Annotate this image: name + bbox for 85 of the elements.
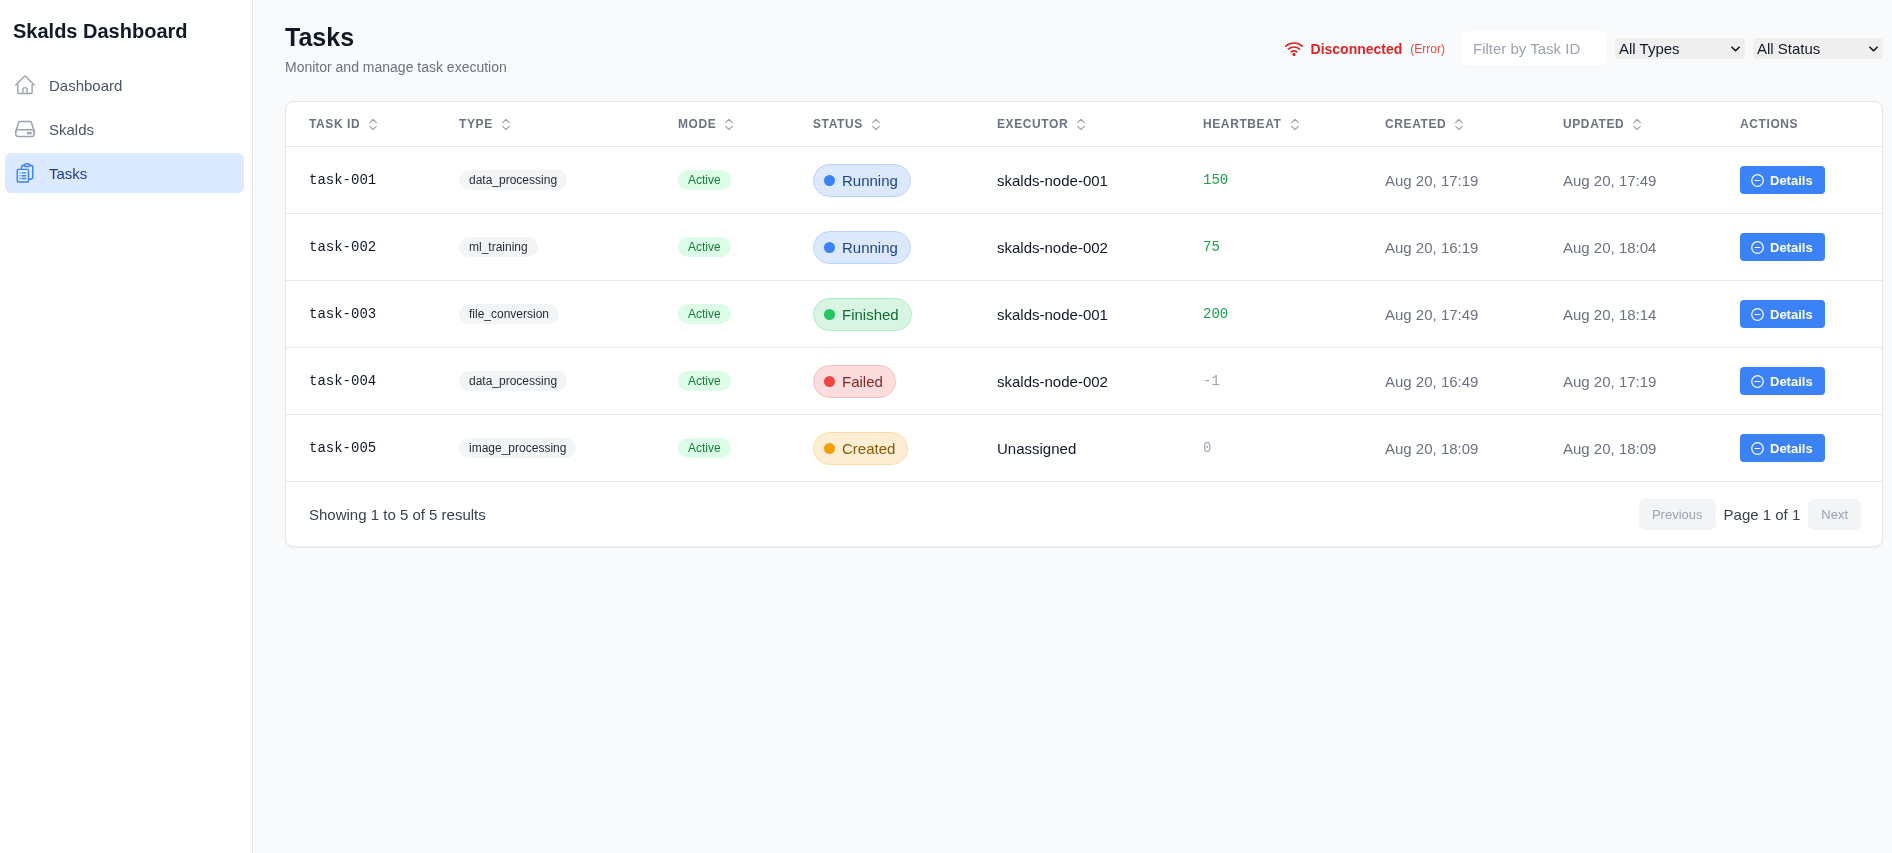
minus-circle-icon bbox=[1751, 374, 1764, 388]
minus-circle-icon bbox=[1751, 441, 1764, 455]
task-type-tag: data_processing bbox=[459, 170, 568, 190]
task-id: task-002 bbox=[309, 239, 377, 255]
results-summary: Showing 1 to 5 of 5 results bbox=[309, 505, 486, 523]
executor-name: skalds-node-002 bbox=[997, 238, 1108, 256]
minus-circle-icon bbox=[1751, 307, 1764, 321]
task-id: task-001 bbox=[309, 172, 377, 188]
executor-name: skalds-node-001 bbox=[997, 171, 1108, 189]
task-id: task-004 bbox=[309, 373, 377, 389]
mode-tag: Active bbox=[678, 304, 731, 324]
column-header[interactable]: HEARTBEAT bbox=[1203, 116, 1300, 132]
type-filter-select[interactable]: All Types bbox=[1615, 38, 1745, 59]
page-title: Tasks bbox=[285, 22, 355, 52]
task-id: task-005 bbox=[309, 440, 377, 456]
column-header[interactable]: STATUS bbox=[813, 116, 881, 132]
created-time: Aug 20, 18:09 bbox=[1385, 439, 1479, 457]
details-button[interactable]: Details bbox=[1740, 233, 1825, 261]
chevron-down-icon bbox=[1731, 45, 1740, 52]
heartbeat-value: 200 bbox=[1203, 306, 1229, 322]
page-indicator: Page 1 of 1 bbox=[1723, 505, 1801, 523]
column-header[interactable]: TYPE bbox=[459, 116, 511, 132]
column-header: ACTIONS bbox=[1740, 117, 1799, 131]
mode-tag: Active bbox=[678, 170, 731, 190]
details-button[interactable]: Details bbox=[1740, 166, 1825, 194]
status-label: Running bbox=[842, 171, 898, 189]
updated-time: Aug 20, 17:19 bbox=[1563, 372, 1657, 390]
app-title: Skalds Dashboard bbox=[13, 19, 188, 44]
sort-icon bbox=[368, 116, 379, 132]
nav-item[interactable]: Dashboard bbox=[5, 65, 244, 105]
sort-icon bbox=[724, 116, 735, 132]
heartbeat-value: -1 bbox=[1203, 373, 1220, 389]
status-label: Running bbox=[842, 238, 898, 256]
heartbeat-value: 75 bbox=[1203, 239, 1220, 255]
created-time: Aug 20, 17:19 bbox=[1385, 171, 1479, 189]
updated-time: Aug 20, 17:49 bbox=[1563, 171, 1657, 189]
updated-time: Aug 20, 18:09 bbox=[1563, 439, 1657, 457]
task-id: task-003 bbox=[309, 306, 377, 322]
updated-time: Aug 20, 18:14 bbox=[1563, 305, 1657, 323]
heartbeat-value: 150 bbox=[1203, 172, 1229, 188]
details-button[interactable]: Details bbox=[1740, 434, 1825, 462]
task-filter-field[interactable]: Filter by Task ID bbox=[1461, 31, 1607, 66]
mode-tag: Active bbox=[678, 371, 731, 391]
status-label: Finished bbox=[842, 305, 899, 323]
status-label: Created bbox=[842, 439, 896, 457]
executor-name: skalds-node-002 bbox=[997, 372, 1108, 390]
sort-icon bbox=[1454, 116, 1465, 132]
updated-time: Aug 20, 18:04 bbox=[1563, 238, 1657, 256]
task-type-tag: image_processing bbox=[459, 438, 577, 458]
status-label: Failed bbox=[842, 372, 883, 390]
column-header[interactable]: MODE bbox=[678, 116, 735, 132]
mode-tag: Active bbox=[678, 438, 731, 458]
sort-icon bbox=[1632, 116, 1643, 132]
task-type-tag: ml_training bbox=[459, 237, 538, 257]
sort-icon bbox=[500, 116, 511, 132]
nav-item[interactable]: Tasks bbox=[5, 153, 244, 193]
created-time: Aug 20, 16:19 bbox=[1385, 238, 1479, 256]
heartbeat-value: 0 bbox=[1203, 440, 1212, 456]
minus-circle-icon bbox=[1751, 240, 1764, 254]
column-header[interactable]: CREATED bbox=[1385, 116, 1465, 132]
sort-icon bbox=[1289, 116, 1300, 132]
clipboard-icon bbox=[15, 163, 35, 183]
executor-name: skalds-node-001 bbox=[997, 305, 1108, 323]
column-header[interactable]: EXECUTOR bbox=[997, 116, 1087, 132]
connection-error: (Error) bbox=[1410, 41, 1445, 56]
status-filter-select[interactable]: All Status bbox=[1753, 38, 1883, 59]
mode-tag: Active bbox=[678, 237, 731, 257]
task-type-tag: file_conversion bbox=[459, 304, 560, 324]
page-subtitle: Monitor and manage task execution bbox=[285, 58, 507, 76]
minus-circle-icon bbox=[1751, 173, 1764, 187]
sort-icon bbox=[870, 116, 881, 132]
details-button[interactable]: Details bbox=[1740, 300, 1825, 328]
details-button[interactable]: Details bbox=[1740, 367, 1825, 395]
created-time: Aug 20, 16:49 bbox=[1385, 372, 1479, 390]
column-header[interactable]: TASK ID bbox=[309, 116, 379, 132]
drive-icon bbox=[15, 119, 35, 139]
task-type-tag: data_processing bbox=[459, 371, 568, 391]
connection-status: Disconnected bbox=[1310, 40, 1403, 57]
executor-name: Unassigned bbox=[997, 439, 1077, 457]
created-time: Aug 20, 17:49 bbox=[1385, 305, 1479, 323]
nav-item[interactable]: Skalds bbox=[5, 109, 244, 149]
column-header[interactable]: UPDATED bbox=[1563, 116, 1643, 132]
chevron-down-icon bbox=[1869, 45, 1878, 52]
sort-icon bbox=[1076, 116, 1087, 132]
home-icon bbox=[15, 75, 35, 95]
